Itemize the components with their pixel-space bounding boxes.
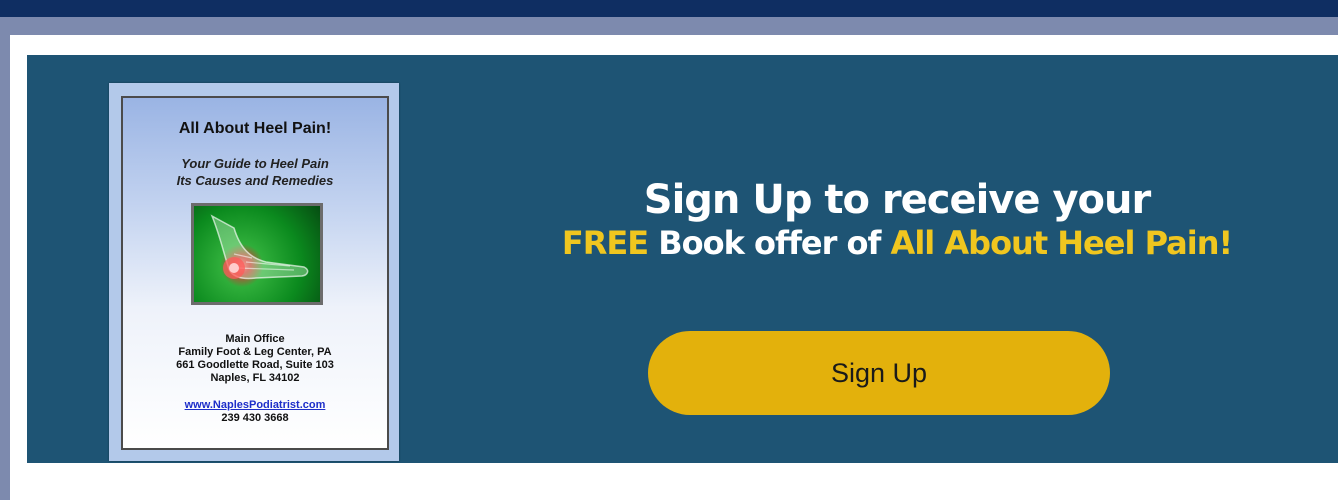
signup-promo-banner: All About Heel Pain! Your Guide to Heel … xyxy=(27,55,1338,463)
phone-number: 239 430 3668 xyxy=(221,412,289,424)
website-link[interactable]: www.NaplesPodiatrist.com xyxy=(123,399,387,412)
headline-line-1: Sign Up to receive your xyxy=(643,177,1151,223)
foot-skeleton-icon xyxy=(210,214,309,280)
signup-headline: Sign Up to receive your FREE Book offer … xyxy=(457,177,1337,263)
headline-line-2: FREE Book offer of All About Heel Pain! xyxy=(457,223,1337,263)
office-line-1: Main Office xyxy=(225,333,285,345)
book-title: All About Heel Pain! xyxy=(178,120,332,137)
sign-up-button[interactable]: Sign Up xyxy=(648,331,1110,415)
headline-free-text: FREE xyxy=(561,224,649,262)
office-address-block: Main Office Family Foot & Leg Center, PA… xyxy=(123,333,387,425)
office-line-3: 661 Goodlette Road, Suite 103 xyxy=(176,359,334,371)
headline-book-name: All About Heel Pain! xyxy=(890,224,1234,262)
top-divider-strip xyxy=(0,17,1338,35)
book-subtitle-line-2: Its Causes and Remedies xyxy=(176,173,334,188)
book-subtitle-line-1: Your Guide to Heel Pain xyxy=(181,156,329,171)
heel-xray-image xyxy=(191,203,323,305)
office-line-4: Naples, FL 34102 xyxy=(210,372,300,384)
top-navigation-bar xyxy=(0,0,1338,17)
book-cover-inner: All About Heel Pain! Your Guide to Heel … xyxy=(121,96,389,450)
content-card: All About Heel Pain! Your Guide to Heel … xyxy=(10,35,1338,500)
headline-middle-text: Book offer of xyxy=(648,224,891,262)
book-cover: All About Heel Pain! Your Guide to Heel … xyxy=(109,83,399,461)
office-line-2: Family Foot & Leg Center, PA xyxy=(178,346,332,358)
book-subtitle: Your Guide to Heel Pain Its Causes and R… xyxy=(133,155,377,189)
